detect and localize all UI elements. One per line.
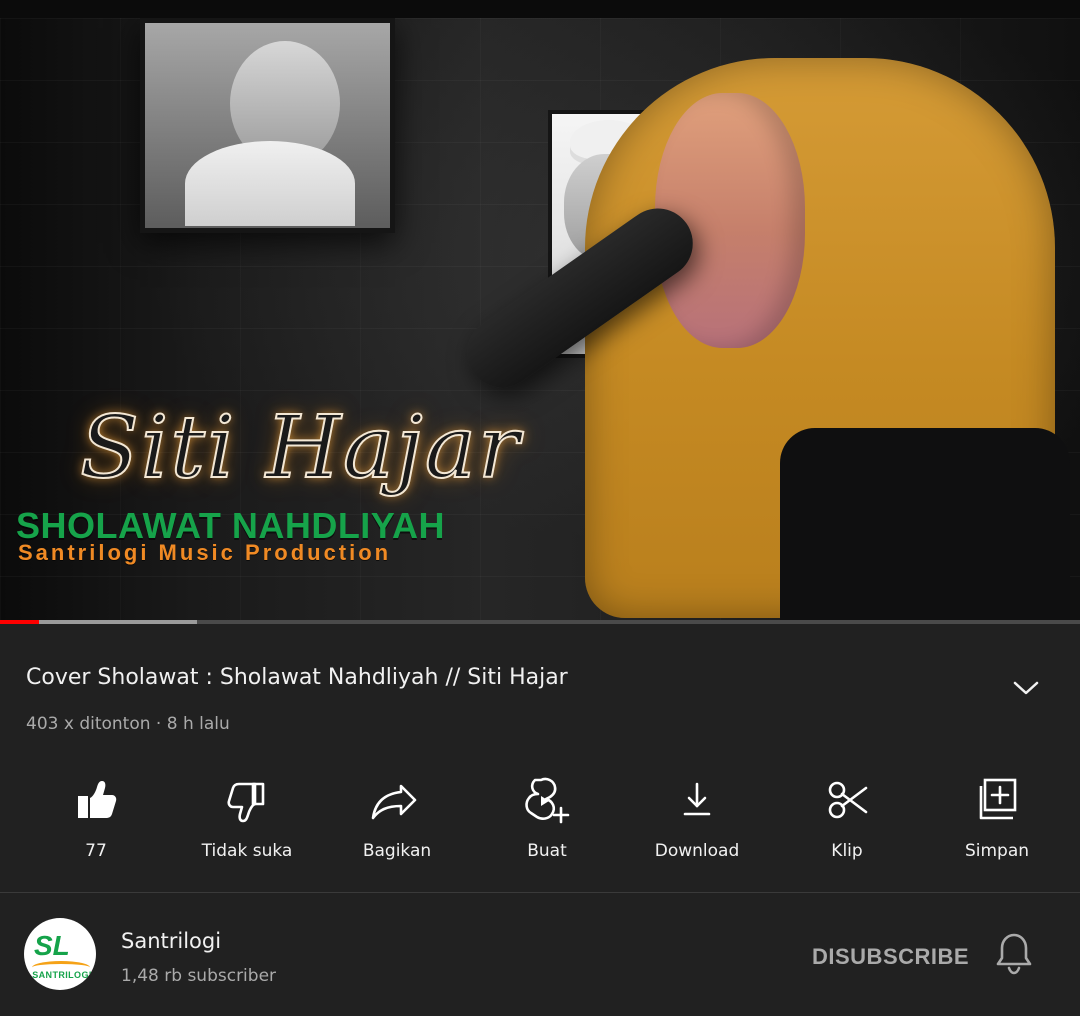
status-bar: [0, 0, 1080, 18]
channel-avatar[interactable]: SL SANTRILOGI: [24, 918, 96, 990]
save-label: Simpan: [964, 841, 1030, 861]
video-meta: 403 x ditonton · 8 h lalu: [26, 714, 230, 734]
subscribe-button[interactable]: DISUBSCRIBE: [812, 944, 969, 970]
video-player[interactable]: Siti Hajar SHOLAWAT NAHDLIYAH Santrilogi…: [0, 18, 1080, 622]
portrait-coat: [185, 141, 355, 226]
avatar-logo-main: SL: [34, 930, 70, 961]
dislike-button[interactable]: Tidak suka: [172, 765, 322, 875]
share-arrow-icon: [370, 773, 424, 827]
dislike-label: Tidak suka: [201, 841, 293, 861]
singer-outfit: [780, 428, 1070, 622]
thumbnail-orange-subtitle: Santrilogi Music Production: [18, 540, 392, 565]
clip-button[interactable]: Klip: [772, 765, 922, 875]
video-progress-bar[interactable]: [0, 620, 1080, 624]
thumbs-up-filled-icon: [69, 773, 123, 827]
add-to-playlist-icon: [970, 773, 1024, 827]
create-button[interactable]: Buat: [472, 765, 622, 875]
chevron-down-icon: [1013, 681, 1039, 695]
like-button[interactable]: 77: [21, 765, 171, 875]
create-short-icon: [520, 773, 574, 827]
share-button[interactable]: Bagikan: [322, 765, 472, 875]
save-button[interactable]: Simpan: [922, 765, 1072, 875]
video-title: Cover Sholawat : Sholawat Nahdliyah // S…: [26, 665, 568, 690]
progress-played: [0, 620, 39, 624]
channel-name[interactable]: Santrilogi: [121, 929, 221, 953]
create-label: Buat: [527, 841, 567, 861]
subscriber-count: 1,48 rb subscriber: [121, 966, 277, 986]
video-actions: 77 Tidak suka Bagikan Buat Download Klip…: [0, 765, 1080, 875]
bell-icon: [996, 933, 1032, 975]
share-label: Bagikan: [362, 841, 432, 861]
download-label: Download: [654, 841, 740, 861]
scissors-icon: [820, 773, 874, 827]
thumbnail-script-title: Siti Hajar: [79, 397, 522, 499]
thumbs-down-icon: [220, 773, 274, 827]
portrait-frame-left: [140, 18, 395, 233]
notification-bell-button[interactable]: [992, 929, 1036, 977]
clip-label: Klip: [831, 841, 863, 861]
download-icon: [670, 773, 724, 827]
section-divider: [0, 892, 1080, 893]
like-count: 77: [85, 841, 107, 861]
download-button[interactable]: Download: [622, 765, 772, 875]
avatar-logo-sub: SANTRILOGI: [32, 970, 92, 980]
expand-description-button[interactable]: [1008, 673, 1044, 701]
